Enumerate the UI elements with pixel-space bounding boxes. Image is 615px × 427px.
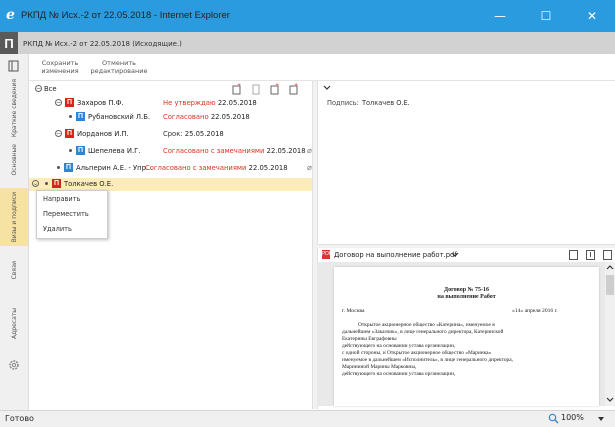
tree-row-name: Рубановский Л.Б. xyxy=(88,113,151,121)
pdf-line: Марининой Марины Марковны, xyxy=(342,364,417,370)
chevron-down-icon[interactable] xyxy=(451,251,459,259)
person-icon: П xyxy=(65,98,74,107)
horizontal-splitter[interactable] xyxy=(317,244,615,248)
pdf-subheading: на выполнение Работ xyxy=(437,294,496,300)
cancel-edit-button[interactable]: Отменить редактирование xyxy=(90,59,148,75)
status-bar xyxy=(0,410,615,427)
tab-summary[interactable]: Краткие сведения xyxy=(0,79,28,137)
tab-main-label: Основные xyxy=(10,144,18,176)
document-type-icon: П xyxy=(0,32,18,54)
tree-row-status: Срок: xyxy=(163,130,183,138)
collapse-panel-icon[interactable] xyxy=(7,59,21,73)
tree-row-status: Согласовано с замечаниями xyxy=(163,147,265,155)
bullet-icon xyxy=(69,149,72,152)
maximize-button[interactable]: ☐ xyxy=(523,0,569,32)
toolbar-divider xyxy=(28,80,615,81)
collapse-toggle-icon[interactable]: − xyxy=(35,85,42,92)
tree-row[interactable]: − П Иорданов И.П. Срок: 25.05.2018 xyxy=(29,128,312,141)
pdf-line: действующего на основании устава организ… xyxy=(342,371,456,377)
chevron-down-icon[interactable] xyxy=(323,84,331,92)
open-document-icon[interactable] xyxy=(568,249,579,261)
tree-row-date: 22.05.2018 xyxy=(248,164,288,172)
person-icon: П xyxy=(52,179,61,188)
scroll-down-icon[interactable] xyxy=(606,396,614,404)
tree-row[interactable]: − П Захаров П.Ф. Не утверждаю 22.05.2018 xyxy=(29,97,312,110)
pdf-heading: Договор № 75-16 xyxy=(443,287,490,293)
pdf-line: Екатерины Евграфовны xyxy=(342,336,397,342)
tree-row-name: Шепелева И.Г. xyxy=(88,147,141,155)
tree-root-label: Все xyxy=(44,85,57,93)
bullet-icon xyxy=(45,182,48,185)
tab-addressees-label: Адресаты xyxy=(10,307,18,339)
pdf-file-name[interactable]: Договор на выполнение работ.pdf xyxy=(334,251,457,259)
save-changes-button[interactable]: Сохранить изменения xyxy=(38,59,82,75)
tree-row-date: 22.05.2018 xyxy=(210,113,250,121)
print-icon[interactable] xyxy=(602,249,613,261)
tree-row-name: Захаров П.Ф. xyxy=(77,99,124,107)
tab-links-label: Связи xyxy=(10,260,18,280)
tree-row-name: Альперин А.Е. - Упр... xyxy=(76,164,153,172)
status-text: Готово xyxy=(5,414,34,423)
tab-summary-label: Краткие сведения xyxy=(10,78,18,138)
ie-logo-icon: e xyxy=(6,7,15,23)
zoom-level[interactable]: 100% xyxy=(561,413,584,422)
tab-links[interactable]: Связи xyxy=(0,248,28,292)
pdf-line: с одной стороны, и Открытое акционерное … xyxy=(342,350,492,356)
menu-item-move[interactable]: Переместить xyxy=(43,210,89,218)
signature-value: Толкачев О.Е. xyxy=(362,99,410,107)
pdf-city: г. Москва xyxy=(342,308,365,314)
collapse-toggle-icon[interactable]: − xyxy=(55,99,62,106)
zoom-icon[interactable] xyxy=(548,413,559,424)
pdf-line: дальнейшем «Заказчик», в лице генерально… xyxy=(342,329,504,335)
collapse-toggle-icon[interactable]: − xyxy=(55,130,62,137)
scrollbar-thumb[interactable] xyxy=(606,275,614,295)
tree-root-row[interactable]: − Все xyxy=(29,83,312,96)
tree-row-date: 22.05.2018 xyxy=(266,147,306,155)
person-icon: П xyxy=(65,129,74,138)
context-menu: Направить Переместить Удалить xyxy=(36,190,108,239)
tree-row-status: Не утверждаю xyxy=(163,99,216,107)
window-title: РКПД № Исх.-2 от 22.05.2018 - Internet E… xyxy=(21,10,230,21)
expand-toggle-icon[interactable]: ⌄ xyxy=(32,180,39,187)
zoom-dropdown-icon[interactable] xyxy=(597,416,605,422)
pdf-line: Открытое акционерное общество «Катерина»… xyxy=(358,322,495,328)
minimize-button[interactable]: — xyxy=(477,0,523,32)
pdf-line: именуемое в дальнейшем «Исполнитель», в … xyxy=(342,357,513,363)
tree-row[interactable]: П Рубановский Л.Б. Согласовано 22.05.201… xyxy=(29,111,312,124)
tree-row-name: Иорданов И.П. xyxy=(77,130,129,138)
tab-visas-label: Визы и подписи xyxy=(10,191,18,243)
settings-gear-icon[interactable] xyxy=(7,358,21,372)
tree-row[interactable]: П Альперин А.Е. - Упр... Согласовано с з… xyxy=(29,162,312,175)
bullet-icon xyxy=(69,115,72,118)
document-title: РКПД № Исх.-2 от 22.05.2018 (Исходящие.) xyxy=(23,40,182,48)
tree-row-date: 25.05.2018 xyxy=(184,130,224,138)
tab-visas-signatures[interactable]: Визы и подписи xyxy=(0,188,28,246)
close-button[interactable]: ✕ xyxy=(569,0,615,32)
tree-row-status: Согласовано xyxy=(163,113,209,121)
download-icon[interactable] xyxy=(585,249,596,261)
person-icon: П xyxy=(76,146,85,155)
scroll-up-icon[interactable] xyxy=(606,263,614,271)
pdf-line: действующего на основании устава организ… xyxy=(342,343,456,349)
pdf-body: Открытое акционерное общество «Катерина»… xyxy=(342,322,592,378)
signature-label: Подпись: xyxy=(327,99,359,107)
tree-row-name: Толкачев О.Е. xyxy=(64,180,114,188)
menu-item-send[interactable]: Направить xyxy=(43,195,80,203)
tree-row-status: Согласовано с замечаниями xyxy=(145,164,247,172)
bullet-icon xyxy=(57,166,60,169)
menu-item-delete[interactable]: Удалить xyxy=(43,225,72,233)
tree-row[interactable]: П Шепелева И.Г. Согласовано с замечаниям… xyxy=(29,145,312,158)
pdf-page: Договор № 75-16 на выполнение Работ г. М… xyxy=(334,267,599,406)
pdf-file-icon: PDF xyxy=(322,250,332,259)
person-icon: П xyxy=(76,112,85,121)
tab-addressees[interactable]: Адресаты xyxy=(0,296,28,350)
tree-row-date: 22.05.2018 xyxy=(217,99,257,107)
pdf-date: «14» апреля 2016 г. xyxy=(512,308,558,314)
tab-main[interactable]: Основные xyxy=(0,134,28,186)
person-icon: П xyxy=(64,163,73,172)
